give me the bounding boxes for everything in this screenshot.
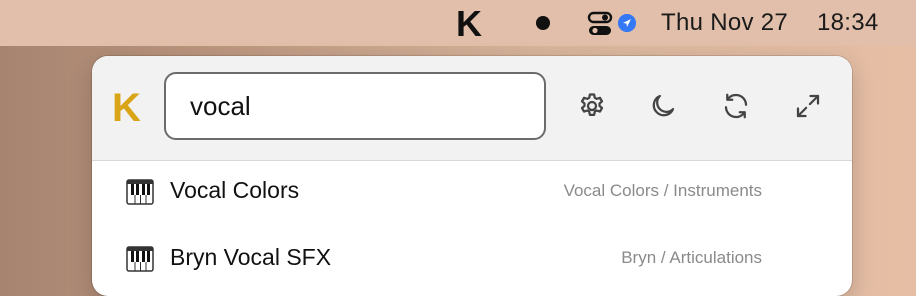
record-dot-icon[interactable]: [536, 16, 550, 30]
launcher-panel: K vocal Vocal Colors Vocal Colors / Inst…: [92, 56, 852, 296]
result-path: Bryn / Articulations: [621, 248, 762, 267]
control-center-icon[interactable]: [586, 10, 614, 38]
location-icon: [618, 14, 636, 32]
expand-icon: [796, 94, 820, 118]
search-input[interactable]: [164, 72, 546, 140]
app-logo: K: [112, 86, 141, 130]
result-name: Vocal Colors: [170, 177, 300, 203]
result-row[interactable]: Bryn Vocal SFX Bryn / Articulations: [92, 228, 852, 292]
theme-toggle-button[interactable]: [645, 88, 681, 124]
result-path: Vocal Colors / Instruments: [563, 181, 762, 200]
piano-icon: [126, 179, 154, 205]
menubar-date[interactable]: Thu Nov 27: [661, 9, 788, 37]
refresh-button[interactable]: [718, 88, 754, 124]
gear-icon: [580, 93, 604, 116]
panel-header: K: [92, 56, 852, 161]
piano-icon: [126, 246, 154, 272]
refresh-icon: [724, 93, 748, 119]
menubar-app-icon[interactable]: K: [456, 6, 482, 42]
result-row[interactable]: Vocal Colors Vocal Colors / Instruments: [92, 161, 852, 225]
moon-icon: [652, 94, 675, 117]
menubar-time[interactable]: 18:34: [817, 9, 879, 37]
settings-button[interactable]: [574, 88, 610, 124]
menu-bar: K Thu Nov 27 18:34: [0, 0, 916, 46]
expand-button[interactable]: [790, 88, 826, 124]
result-name: Bryn Vocal SFX: [170, 244, 332, 270]
